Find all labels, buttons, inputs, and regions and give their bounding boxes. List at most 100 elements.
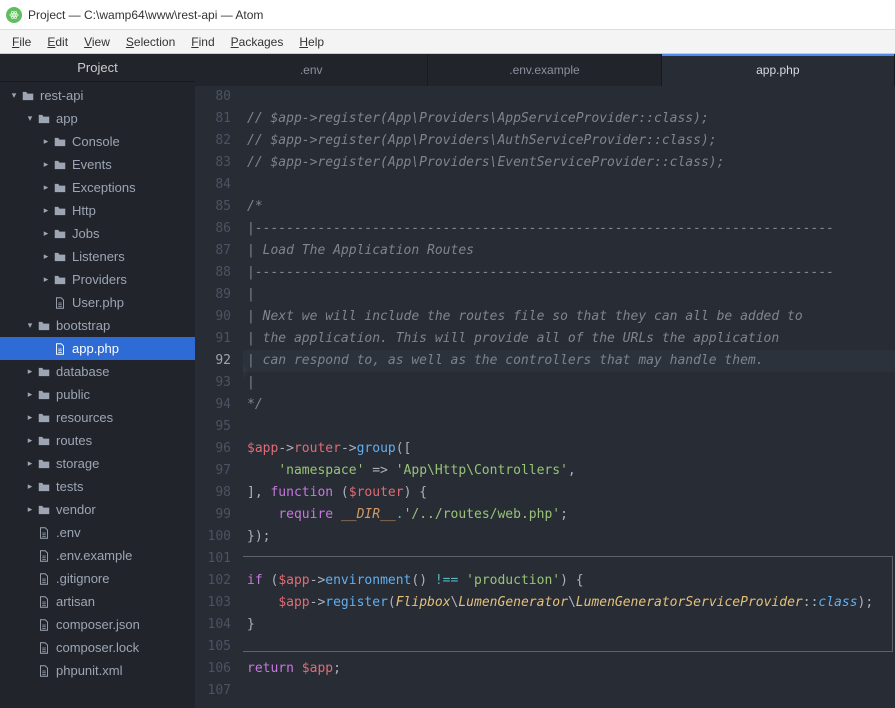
code-line[interactable]: $app->router->group([ xyxy=(243,438,895,460)
chevron-right-icon[interactable]: ▸ xyxy=(24,498,36,521)
tree-folder[interactable]: ▾rest-api xyxy=(0,84,195,107)
code-line[interactable]: 'namespace' => 'App\Http\Controllers', xyxy=(243,460,895,482)
line-number: 106 xyxy=(195,658,231,680)
tree-folder[interactable]: ▸database xyxy=(0,360,195,383)
chevron-right-icon[interactable]: ▸ xyxy=(24,360,36,383)
chevron-down-icon[interactable]: ▾ xyxy=(24,107,36,130)
code-line[interactable] xyxy=(243,636,895,658)
line-number: 81 xyxy=(195,108,231,130)
tree-folder[interactable]: ▸Listeners xyxy=(0,245,195,268)
tree-label: Console xyxy=(72,130,120,153)
menu-edit[interactable]: Edit xyxy=(39,33,76,51)
chevron-right-icon[interactable]: ▸ xyxy=(24,452,36,475)
tree-file[interactable]: composer.lock xyxy=(0,636,195,659)
code-line[interactable] xyxy=(243,416,895,438)
line-number: 107 xyxy=(195,680,231,702)
chevron-right-icon[interactable]: ▸ xyxy=(24,406,36,429)
menu-bar: FileEditViewSelectionFindPackagesHelp xyxy=(0,30,895,54)
menu-help[interactable]: Help xyxy=(291,33,332,51)
chevron-right-icon[interactable]: ▸ xyxy=(40,176,52,199)
tab--env[interactable]: .env xyxy=(195,54,428,86)
tree-file[interactable]: .gitignore xyxy=(0,567,195,590)
tree-file[interactable]: composer.json xyxy=(0,613,195,636)
code-line[interactable]: $app->register(Flipbox\LumenGenerator\Lu… xyxy=(243,592,895,614)
code-line[interactable]: | xyxy=(243,372,895,394)
tab--env-example[interactable]: .env.example xyxy=(428,54,661,86)
code-line[interactable]: | Next we will include the routes file s… xyxy=(243,306,895,328)
line-number-gutter: 8081828384858687888990919293949596979899… xyxy=(195,86,243,708)
code-line[interactable]: require __DIR__.'/../routes/web.php'; xyxy=(243,504,895,526)
menu-view[interactable]: View xyxy=(76,33,118,51)
tree-label: bootstrap xyxy=(56,314,110,337)
tree-folder[interactable]: ▸resources xyxy=(0,406,195,429)
code-line[interactable]: }); xyxy=(243,526,895,548)
tree-folder[interactable]: ▸Http xyxy=(0,199,195,222)
code-content[interactable]: ‹ // $app->register(App\Providers\AppSer… xyxy=(243,86,895,708)
code-line[interactable]: // $app->register(App\Providers\AppServi… xyxy=(243,108,895,130)
menu-find[interactable]: Find xyxy=(183,33,222,51)
tree-file[interactable]: phpunit.xml xyxy=(0,659,195,682)
code-line[interactable] xyxy=(243,86,895,108)
code-line[interactable]: /* xyxy=(243,196,895,218)
code-line[interactable]: // $app->register(App\Providers\EventSer… xyxy=(243,152,895,174)
tree-folder[interactable]: ▸Exceptions xyxy=(0,176,195,199)
code-line[interactable]: |---------------------------------------… xyxy=(243,218,895,240)
tree-file[interactable]: app.php xyxy=(0,337,195,360)
tree-file[interactable]: .env.example xyxy=(0,544,195,567)
code-line[interactable] xyxy=(243,548,895,570)
menu-packages[interactable]: Packages xyxy=(223,33,292,51)
chevron-right-icon[interactable]: ▸ xyxy=(40,130,52,153)
chevron-right-icon[interactable]: ▸ xyxy=(24,475,36,498)
chevron-right-icon[interactable]: ▸ xyxy=(40,153,52,176)
code-line[interactable]: return $app; xyxy=(243,658,895,680)
tree-folder[interactable]: ▸public xyxy=(0,383,195,406)
code-line[interactable]: | the application. This will provide all… xyxy=(243,328,895,350)
file-icon xyxy=(36,548,52,564)
chevron-right-icon[interactable]: ▸ xyxy=(40,268,52,291)
menu-selection[interactable]: Selection xyxy=(118,33,183,51)
code-line[interactable]: // $app->register(App\Providers\AuthServ… xyxy=(243,130,895,152)
code-line[interactable]: |---------------------------------------… xyxy=(243,262,895,284)
sidebar-title: Project xyxy=(0,54,195,82)
code-line[interactable]: */ xyxy=(243,394,895,416)
chevron-right-icon[interactable]: ▸ xyxy=(40,222,52,245)
tree-folder[interactable]: ▾ bootstrap xyxy=(0,314,195,337)
code-line[interactable]: } xyxy=(243,614,895,636)
code-line[interactable] xyxy=(243,680,895,702)
project-tree[interactable]: ▾rest-api▾app▸Console▸Events▸Exceptions▸… xyxy=(0,82,195,708)
menu-file[interactable]: File xyxy=(4,33,39,51)
tree-folder[interactable]: ▸tests xyxy=(0,475,195,498)
tree-file[interactable]: artisan xyxy=(0,590,195,613)
code-line[interactable]: | Load The Application Routes xyxy=(243,240,895,262)
line-number: 85 xyxy=(195,196,231,218)
tree-folder[interactable]: ▾app xyxy=(0,107,195,130)
tree-folder[interactable]: ▸ Console xyxy=(0,130,195,153)
tree-folder[interactable]: ▸Jobs xyxy=(0,222,195,245)
folder-icon xyxy=(36,479,52,495)
tab-app-php[interactable]: app.php xyxy=(662,54,895,86)
tree-folder[interactable]: ▸routes xyxy=(0,429,195,452)
code-line[interactable]: if ($app->environment() !== 'production'… xyxy=(243,570,895,592)
chevron-down-icon[interactable]: ▾ xyxy=(24,314,36,337)
line-number: 87 xyxy=(195,240,231,262)
line-number: 89 xyxy=(195,284,231,306)
code-area[interactable]: 8081828384858687888990919293949596979899… xyxy=(195,86,895,708)
code-line[interactable]: ], function ($router) { xyxy=(243,482,895,504)
code-line[interactable]: | xyxy=(243,284,895,306)
tree-file[interactable]: .env xyxy=(0,521,195,544)
current-line-highlight xyxy=(243,350,895,372)
chevron-right-icon[interactable]: ▸ xyxy=(40,199,52,222)
tree-folder[interactable]: ▸vendor xyxy=(0,498,195,521)
chevron-down-icon[interactable]: ▾ xyxy=(8,84,20,107)
line-number: 96 xyxy=(195,438,231,460)
chevron-right-icon[interactable]: ▸ xyxy=(40,245,52,268)
chevron-right-icon[interactable]: ▸ xyxy=(24,383,36,406)
chevron-right-icon[interactable]: ▸ xyxy=(24,429,36,452)
code-line[interactable] xyxy=(243,174,895,196)
tree-folder[interactable]: ▸Providers xyxy=(0,268,195,291)
line-number: 105 xyxy=(195,636,231,658)
tree-folder[interactable]: ▸Events xyxy=(0,153,195,176)
window-titlebar: Project — C:\wamp64\www\rest-api — Atom xyxy=(0,0,895,30)
tree-folder[interactable]: ▸storage xyxy=(0,452,195,475)
tree-file[interactable]: User.php xyxy=(0,291,195,314)
